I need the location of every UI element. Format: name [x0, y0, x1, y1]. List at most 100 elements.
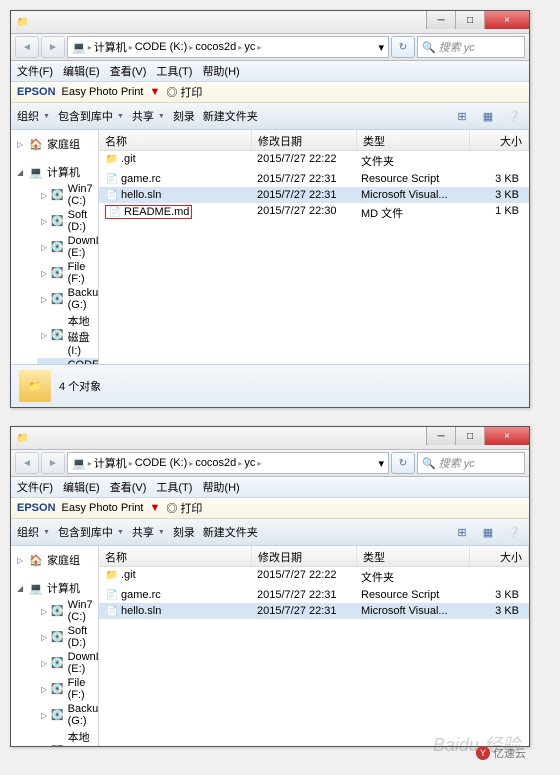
menubar: 文件(F) 编辑(E) 查看(V) 工具(T) 帮助(H) — [11, 477, 529, 498]
sidebar-drive[interactable]: ▷💽File (F:) — [37, 260, 98, 286]
sidebar-drive[interactable]: ▷💽Backups (G:) — [37, 702, 98, 728]
sidebar-drive[interactable]: ▷💽Backups (G:) — [37, 286, 98, 312]
epson-bar: EPSON Easy Photo Print ▼ ◎ 打印 — [11, 82, 529, 103]
computer-icon: 💻 — [72, 41, 86, 54]
sidebar-drive[interactable]: ▷💽本地磁盘 (I:) — [37, 728, 98, 746]
help-button[interactable]: ❔ — [505, 523, 523, 541]
toolbar: 组织▼ 包含到库中▼ 共享▼ 刻录 新建文件夹 ⊞ ▦ ❔ — [11, 103, 529, 130]
preview-button[interactable]: ▦ — [479, 107, 497, 125]
folder-icon: 📁 — [15, 430, 31, 446]
col-name[interactable]: 名称 — [99, 546, 252, 566]
sidebar-drive[interactable]: ▷💽本地磁盘 (I:) — [37, 312, 98, 358]
refresh-button[interactable]: ↻ — [391, 452, 415, 474]
organize-button[interactable]: 组织▼ — [17, 108, 50, 124]
burn-button[interactable]: 刻录 — [173, 108, 195, 124]
col-type[interactable]: 类型 — [357, 130, 470, 150]
back-button[interactable]: ◄ — [15, 452, 39, 474]
file-row[interactable]: 📁.git2015/7/27 22:22文件夹 — [99, 567, 529, 587]
minimize-button[interactable]: ─ — [426, 427, 455, 445]
view-button[interactable]: ⊞ — [453, 107, 471, 125]
burn-button[interactable]: 刻录 — [173, 524, 195, 540]
titlebar[interactable]: 📁 ─ □ × — [11, 427, 529, 450]
folder-icon: 📁 — [15, 14, 31, 30]
menu-view[interactable]: 查看(V) — [110, 479, 147, 495]
menu-edit[interactable]: 编辑(E) — [63, 63, 100, 79]
sidebar-homegroup[interactable]: ▷🏠家庭组 — [11, 134, 98, 154]
sidebar-drive[interactable]: ▷💽DownLoad (E:) — [37, 234, 98, 260]
file-row[interactable]: 📄README.md2015/7/27 22:30MD 文件1 KB — [99, 203, 529, 223]
breadcrumb[interactable]: 💻 ▸计算机 ▸CODE (K:) ▸cocos2d ▸yc ▸ ▾ — [67, 452, 389, 474]
sidebar-drive[interactable]: ▷💽Win7 (C:) — [37, 598, 98, 624]
column-headers: 名称 修改日期 类型 大小 — [99, 546, 529, 567]
sidebar[interactable]: ▷🏠家庭组 ◢💻计算机 ▷💽Win7 (C:)▷💽Soft (D:)▷💽Down… — [11, 130, 99, 364]
forward-button[interactable]: ► — [41, 36, 65, 58]
menu-tools[interactable]: 工具(T) — [156, 63, 192, 79]
col-date[interactable]: 修改日期 — [252, 130, 357, 150]
sidebar[interactable]: ▷🏠家庭组 ◢💻计算机 ▷💽Win7 (C:)▷💽Soft (D:)▷💽Down… — [11, 546, 99, 746]
forward-button[interactable]: ► — [41, 452, 65, 474]
file-row[interactable]: 📄game.rc2015/7/27 22:31Resource Script3 … — [99, 171, 529, 187]
search-input[interactable]: 🔍搜索 yc — [417, 36, 525, 58]
newfolder-button[interactable]: 新建文件夹 — [203, 108, 258, 124]
menu-file[interactable]: 文件(F) — [17, 479, 53, 495]
file-row[interactable]: 📁.git2015/7/27 22:22文件夹 — [99, 151, 529, 171]
col-size[interactable]: 大小 — [470, 546, 529, 566]
share-button[interactable]: 共享▼ — [132, 108, 165, 124]
sidebar-drive[interactable]: ▷💽Win7 (C:) — [37, 182, 98, 208]
explorer-window-top: 📁 ─ □ × ◄ ► 💻 ▸计算机 ▸CODE (K:) ▸cocos2d ▸… — [10, 10, 530, 408]
organize-button[interactable]: 组织▼ — [17, 524, 50, 540]
menu-tools[interactable]: 工具(T) — [156, 479, 192, 495]
explorer-window-bottom: 📁 ─ □ × ◄ ► 💻 ▸计算机 ▸CODE (K:) ▸cocos2d ▸… — [10, 426, 530, 747]
file-row[interactable]: 📄hello.sln2015/7/27 22:31Microsoft Visua… — [99, 603, 529, 619]
site-logo: Y亿速云 — [476, 745, 526, 761]
help-button[interactable]: ❔ — [505, 107, 523, 125]
close-button[interactable]: × — [484, 427, 529, 445]
newfolder-button[interactable]: 新建文件夹 — [203, 524, 258, 540]
dropdown-icon[interactable]: ▾ — [378, 41, 384, 54]
titlebar[interactable]: 📁 ─ □ × — [11, 11, 529, 34]
include-button[interactable]: 包含到库中▼ — [58, 108, 124, 124]
file-row[interactable]: 📄hello.sln2015/7/27 22:31Microsoft Visua… — [99, 187, 529, 203]
share-button[interactable]: 共享▼ — [132, 524, 165, 540]
close-button[interactable]: × — [484, 11, 529, 29]
include-button[interactable]: 包含到库中▼ — [58, 524, 124, 540]
menu-file[interactable]: 文件(F) — [17, 63, 53, 79]
col-date[interactable]: 修改日期 — [252, 546, 357, 566]
file-row[interactable]: 📄game.rc2015/7/27 22:31Resource Script3 … — [99, 587, 529, 603]
refresh-button[interactable]: ↻ — [391, 36, 415, 58]
breadcrumb[interactable]: 💻 ▸计算机 ▸CODE (K:) ▸cocos2d ▸yc ▸ ▾ — [67, 36, 389, 58]
menu-help[interactable]: 帮助(H) — [202, 479, 239, 495]
maximize-button[interactable]: □ — [455, 427, 484, 445]
menu-edit[interactable]: 编辑(E) — [63, 479, 100, 495]
sidebar-drive[interactable]: ▷💽Soft (D:) — [37, 624, 98, 650]
nav-bar: ◄ ► 💻 ▸计算机 ▸CODE (K:) ▸cocos2d ▸yc ▸ ▾ ↻… — [11, 450, 529, 477]
sidebar-computer[interactable]: ◢💻计算机 — [11, 162, 98, 182]
toolbar: 组织▼ 包含到库中▼ 共享▼ 刻录 新建文件夹 ⊞ ▦ ❔ — [11, 519, 529, 546]
dropdown-icon[interactable]: ▾ — [378, 457, 384, 470]
folder-big-icon: 📁 — [19, 370, 51, 402]
col-name[interactable]: 名称 — [99, 130, 252, 150]
epson-bar: EPSON Easy Photo Print ▼ ◎ 打印 — [11, 498, 529, 519]
view-button[interactable]: ⊞ — [453, 523, 471, 541]
sidebar-drive[interactable]: ▷💽Soft (D:) — [37, 208, 98, 234]
file-list[interactable]: 📁.git2015/7/27 22:22文件夹📄game.rc2015/7/27… — [99, 151, 529, 364]
file-list[interactable]: 📁.git2015/7/27 22:22文件夹📄game.rc2015/7/27… — [99, 567, 529, 746]
search-input[interactable]: 🔍搜索 yc — [417, 452, 525, 474]
sidebar-drive[interactable]: ▷💽File (F:) — [37, 676, 98, 702]
menu-view[interactable]: 查看(V) — [110, 63, 147, 79]
minimize-button[interactable]: ─ — [426, 11, 455, 29]
status-text: 4 个对象 — [59, 378, 101, 394]
col-size[interactable]: 大小 — [470, 130, 529, 150]
nav-bar: ◄ ► 💻 ▸计算机 ▸CODE (K:) ▸cocos2d ▸yc ▸ ▾ ↻… — [11, 34, 529, 61]
sidebar-drive[interactable]: ▷💽DownLoad (E:) — [37, 650, 98, 676]
menu-help[interactable]: 帮助(H) — [202, 63, 239, 79]
sidebar-computer[interactable]: ◢💻计算机 — [11, 578, 98, 598]
column-headers: 名称 修改日期 类型 大小 — [99, 130, 529, 151]
maximize-button[interactable]: □ — [455, 11, 484, 29]
back-button[interactable]: ◄ — [15, 36, 39, 58]
menubar: 文件(F) 编辑(E) 查看(V) 工具(T) 帮助(H) — [11, 61, 529, 82]
sidebar-homegroup[interactable]: ▷🏠家庭组 — [11, 550, 98, 570]
preview-button[interactable]: ▦ — [479, 523, 497, 541]
sidebar-drive[interactable]: ▷💽CODE (K:) — [37, 358, 98, 364]
col-type[interactable]: 类型 — [357, 546, 470, 566]
